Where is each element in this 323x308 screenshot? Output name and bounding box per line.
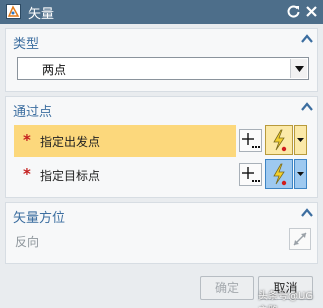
section-through-points-title: 通过点 xyxy=(13,105,53,120)
lightning-point-icon xyxy=(273,129,287,152)
section-vector-orientation-title: 矢量方位 xyxy=(13,211,66,226)
point-type-dropdown[interactable] xyxy=(294,125,307,155)
point-dialog-icon xyxy=(242,133,260,148)
chevron-down-icon xyxy=(295,66,304,72)
reverse-arrows-icon xyxy=(293,232,307,246)
inferred-point-button[interactable] xyxy=(265,159,293,189)
reverse-direction-label: 反向 xyxy=(15,235,40,249)
watermark: 头条号@UG之路 xyxy=(258,291,314,308)
close-icon[interactable] xyxy=(304,4,319,19)
section-type-title: 类型 xyxy=(13,37,40,52)
required-marker: * xyxy=(23,165,31,183)
point-dialog-button[interactable] xyxy=(239,129,262,152)
point-dialog-icon xyxy=(242,167,260,182)
specify-start-point-row[interactable]: * 指定出发点 xyxy=(14,125,236,157)
chevron-down-icon xyxy=(297,172,304,176)
section-through-points-header[interactable]: 通过点 xyxy=(6,97,317,120)
lightning-point-icon xyxy=(273,163,287,186)
title-bar: 矢量 xyxy=(0,0,323,24)
collapse-chevron-icon[interactable] xyxy=(300,33,314,45)
ok-button[interactable]: 确定 xyxy=(200,276,254,300)
section-type: 类型 两点 xyxy=(5,28,318,92)
type-select[interactable]: 两点 xyxy=(17,57,309,80)
collapse-chevron-icon[interactable] xyxy=(300,207,314,219)
type-select-value: 两点 xyxy=(42,63,67,77)
type-select-dropdown[interactable] xyxy=(290,59,307,78)
specify-end-point-label: 指定目标点 xyxy=(40,169,101,183)
section-vector-orientation: 矢量方位 反向 xyxy=(5,202,318,264)
section-vector-orientation-header[interactable]: 矢量方位 xyxy=(6,203,317,226)
specify-end-point-row[interactable]: * 指定目标点 xyxy=(14,159,236,191)
section-type-header[interactable]: 类型 xyxy=(6,29,317,52)
reverse-direction-button[interactable] xyxy=(289,228,311,250)
section-through-points: 通过点 * 指定出发点 * 指定目标点 xyxy=(5,96,318,198)
collapse-chevron-icon[interactable] xyxy=(300,101,314,113)
required-marker: * xyxy=(23,131,31,149)
reset-icon[interactable] xyxy=(286,4,301,19)
chevron-down-icon xyxy=(297,138,304,142)
nx-app-icon xyxy=(6,4,21,19)
window-title: 矢量 xyxy=(28,7,55,22)
specify-start-point-label: 指定出发点 xyxy=(40,135,101,149)
point-dialog-button[interactable] xyxy=(239,163,262,186)
inferred-point-button[interactable] xyxy=(265,125,293,155)
point-type-dropdown[interactable] xyxy=(294,159,307,189)
